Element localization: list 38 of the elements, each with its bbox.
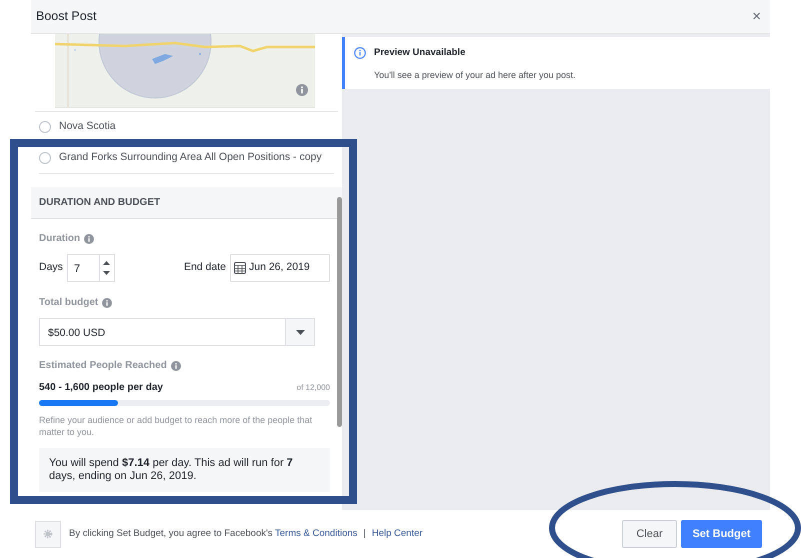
info-icon [170, 360, 181, 370]
info-icon [102, 298, 112, 308]
settings-button[interactable] [35, 520, 61, 548]
days-stepper[interactable]: 7 [66, 254, 115, 282]
preview-title: Preview Unavailable [374, 46, 466, 60]
reach-hint: Refine your audience or add budget to reach more of the people that matter to you. [39, 414, 314, 438]
terms-link[interactable]: Terms & Conditions [275, 528, 358, 539]
info-icon [84, 234, 94, 244]
days-label: Days [39, 260, 63, 276]
calendar-icon [234, 262, 246, 274]
radio-button[interactable] [39, 152, 51, 164]
clear-button[interactable]: Clear [622, 520, 677, 548]
close-button[interactable]: × [748, 9, 765, 24]
summary-text: You will spend $7.14 per day. This ad will run for 7 days, ending on Jun 26, 2019. [49, 457, 294, 483]
reach-total: of 12,000 [296, 382, 330, 394]
section-title: DURATION AND BUDGET [39, 196, 160, 210]
terms-text: By clicking Set Budget, you agree to Facebook's Terms & Conditions | Help Center [69, 526, 423, 541]
end-date-label: End date [184, 260, 226, 276]
reach-label: Estimated People Reached [39, 359, 167, 373]
window-title: Boost Post [36, 8, 96, 26]
dropdown-caret-icon [296, 330, 304, 334]
duration-label: Duration [39, 232, 80, 246]
down-caret-icon[interactable] [103, 271, 110, 275]
info-icon [354, 47, 366, 60]
end-date-field[interactable]: Jun 26, 2019 [230, 254, 330, 282]
audience-label: Nova Scotia [59, 119, 116, 134]
audience-label: Grand Forks Surrounding Area All Open Positions - copy [59, 150, 322, 166]
settings-icon [43, 529, 53, 539]
preview-message: You'll see a preview of your ad here after you post. [374, 69, 577, 82]
radio-button[interactable] [39, 121, 51, 133]
total-budget-label: Total budget [39, 296, 98, 310]
info-icon [296, 84, 308, 96]
set-budget-button[interactable]: Set Budget [681, 520, 762, 548]
up-caret-icon[interactable] [103, 261, 110, 265]
budget-select[interactable]: $50.00 USD [39, 318, 315, 346]
scrollbar[interactable] [337, 197, 342, 427]
reach-value: 540 - 1,600 people per day [39, 381, 163, 395]
help-center-link[interactable]: Help Center [372, 528, 423, 539]
